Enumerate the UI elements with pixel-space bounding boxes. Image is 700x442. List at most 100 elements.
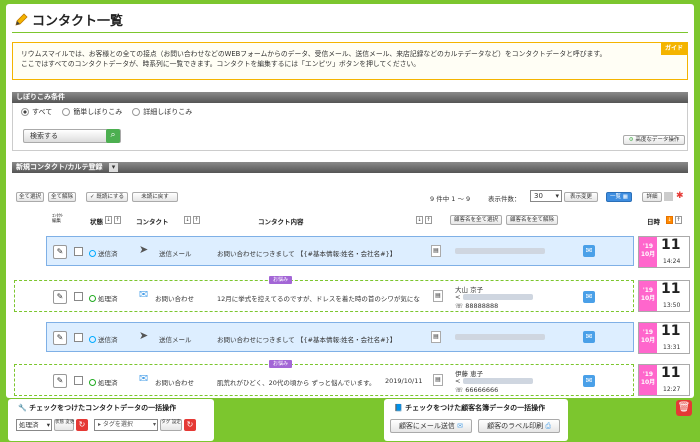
sort-date-desc[interactable]: ↓	[666, 216, 673, 224]
date-year-month: '19 10月	[639, 323, 657, 353]
document-icon[interactable]: ▤	[431, 245, 441, 257]
date-day: 11	[661, 237, 681, 253]
contact-content[interactable]: 12月に挙式を控えてるのですが、ドレスを着た時の首のシワが気にな	[217, 293, 429, 303]
settings-icon[interactable]	[664, 192, 673, 201]
document-icon[interactable]: ▤	[431, 331, 441, 343]
filter-option-simple[interactable]: 簡単しぼりこみ	[62, 107, 122, 117]
col-status: 状態	[90, 218, 103, 226]
date-day: 11	[661, 281, 681, 297]
customer-info	[455, 333, 545, 341]
envelope-icon[interactable]: ✉	[583, 331, 595, 343]
clear-all-customers-button[interactable]: 顧客名を全て解除	[506, 215, 558, 225]
contact-content[interactable]: お問い合わせにつきまして 【{#基本情報:姓名・会社名#}】	[217, 334, 396, 344]
sort-status-desc[interactable]: ↓	[105, 216, 112, 224]
status-label: 処理済	[89, 377, 118, 387]
refresh-icon[interactable]: ↻	[184, 419, 196, 431]
status-change-button[interactable]: 状態 変更	[54, 419, 74, 431]
edit-pencil-icon[interactable]: ✎	[53, 374, 67, 388]
document-icon[interactable]: ▤	[433, 374, 443, 386]
table-row[interactable]: ✎ 送信済 ➤ 送信メール お問い合わせにつきまして 【{#基本情報:姓名・会社…	[46, 322, 634, 352]
edit-pencil-icon[interactable]: ✎	[53, 245, 67, 259]
contact-content[interactable]: 肌荒れがひどく、20代の頃から ずっと悩んでいます。	[217, 377, 375, 387]
table-row[interactable]: お悩み ✎ 処理済 ✉ お問い合わせ 肌荒れがひどく、20代の頃から ずっと悩ん…	[14, 360, 634, 396]
col-contact: コンタクト	[136, 218, 169, 226]
view-detail-button[interactable]: 詳細	[642, 192, 662, 202]
send-mail-icon: ➤	[139, 329, 149, 342]
filter-option-detail[interactable]: 詳細しぼりこみ	[132, 107, 192, 117]
send-mail-button[interactable]: 顧客にメール送信 ✉	[390, 419, 472, 433]
trash-icon[interactable]: 🗑	[676, 400, 692, 416]
send-mail-icon: ➤	[139, 243, 149, 256]
customer-email: <	[455, 293, 533, 301]
filter-box: すべて 簡単しぼりこみ 詳細しぼりこみ 検索する ⌕ ⚙ 高度なデータ操作	[12, 103, 688, 151]
advanced-data-button[interactable]: ⚙ 高度なデータ操作	[623, 135, 685, 145]
sort-date-asc[interactable]: ↑	[675, 216, 682, 224]
status-select[interactable]: 処理済 ▾	[16, 419, 52, 431]
status-label: 送信済	[89, 248, 118, 258]
inquiry-mail-icon: ✉	[139, 288, 149, 301]
date-day: 11	[661, 365, 681, 381]
select-all-button[interactable]: 全て選択	[16, 192, 44, 202]
chevron-down-icon: ▾	[555, 192, 559, 200]
display-count-label: 表示件数：	[488, 195, 521, 203]
app-frame: コンタクト一覧 ガイド リウムスマイルでは、お客様との全ての接点（お問い合わせな…	[0, 0, 700, 442]
date-time: 13:31	[663, 344, 681, 351]
sort-contact-desc[interactable]: ↓	[184, 216, 191, 224]
clear-all-button[interactable]: 全て解除	[48, 192, 76, 202]
tag-set-button[interactable]: タグ 設定	[160, 419, 182, 431]
bulk-contact-panel: 🔧 チェックをつけたコンタクトデータの一括操作 処理済 ▾ 状態 変更 ↻ ▸ タ…	[8, 399, 214, 441]
status-label: 処理済	[89, 293, 118, 303]
new-contact-header[interactable]: 新規コンタクト/カルテ登録 ▾	[12, 162, 688, 173]
document-icon[interactable]: ▤	[433, 290, 443, 302]
display-change-button[interactable]: 表示変更	[564, 192, 598, 202]
edit-pencil-icon[interactable]: ✎	[53, 290, 67, 304]
sort-content-desc[interactable]: ↓	[416, 216, 423, 224]
title-divider	[12, 32, 688, 33]
mark-unprocessed-button[interactable]: 未読に戻す	[132, 192, 178, 202]
mark-processed-button[interactable]: ✓ 既読にする	[86, 192, 128, 202]
table-row[interactable]: お悩み ✎ 処理済 ✉ お問い合わせ 12月に挙式を控えてるのですが、ドレスを着…	[14, 276, 634, 312]
refresh-icon[interactable]: ↻	[76, 419, 88, 431]
envelope-icon[interactable]: ✉	[583, 375, 595, 387]
sort-status-asc[interactable]: ↑	[114, 216, 121, 224]
col-contact-edit: ｺﾝﾀｸﾄ 編集	[52, 214, 64, 224]
printer-icon: ⎙	[545, 422, 551, 430]
phone-icon: ☏	[455, 386, 466, 394]
guide-badge: ガイド	[660, 43, 687, 55]
row-checkbox[interactable]	[74, 292, 83, 301]
date-year-month: '19 10月	[639, 237, 657, 267]
search-button[interactable]: 検索する ⌕	[23, 129, 121, 143]
date-card: '19 10月 11 13:50	[638, 280, 690, 312]
phone-icon: ☏	[455, 302, 466, 310]
envelope-icon[interactable]: ✉	[583, 291, 595, 303]
date-card: '19 10月 11 14:24	[638, 236, 690, 268]
edit-pencil-icon[interactable]: ✎	[53, 331, 67, 345]
chevron-down-icon: ▾	[46, 421, 50, 429]
customer-info	[455, 247, 545, 255]
sort-contact-asc[interactable]: ↑	[193, 216, 200, 224]
row-checkbox[interactable]	[74, 247, 83, 256]
row-checkbox[interactable]	[74, 333, 83, 342]
search-icon: ⌕	[106, 129, 120, 143]
print-label-button[interactable]: 顧客のラベル印刷 ⎙	[478, 419, 560, 433]
view-list-button[interactable]: 一覧 ▦	[606, 192, 632, 202]
envelope-icon[interactable]: ✉	[583, 245, 595, 257]
close-icon[interactable]: ✱	[676, 191, 685, 201]
guide-box: ガイド リウムスマイルでは、お客様との全ての接点（お問い合わせなどのWEBフォー…	[12, 42, 688, 80]
result-count: 9 件中 1 ～ 9	[430, 195, 471, 203]
bulk-customer-panel: 📘 チェックをつけた顧客名簿データの一括操作 顧客にメール送信 ✉ 顧客のラベル…	[384, 399, 568, 441]
table-row[interactable]: ✎ 送信済 ➤ 送信メール お問い合わせにつきまして 【{#基本情報:姓名・会社…	[46, 236, 634, 266]
chevron-down-icon[interactable]: ▾	[109, 163, 118, 172]
contact-type: 送信メール	[159, 336, 192, 344]
contact-type: 送信メール	[159, 250, 192, 258]
display-count-select[interactable]: 30 ▾	[530, 190, 562, 202]
contact-content[interactable]: お問い合わせにつきまして 【{#基本情報:姓名・会社名#}】	[217, 248, 396, 258]
pencil-icon	[15, 12, 28, 26]
row-checkbox[interactable]	[74, 376, 83, 385]
radio-icon	[21, 108, 29, 116]
tag-select[interactable]: ▸ タグを選択 ▾	[94, 419, 158, 431]
sort-content-asc[interactable]: ↑	[425, 216, 432, 224]
select-all-customers-button[interactable]: 顧客名を全て選択	[450, 215, 502, 225]
filter-option-all[interactable]: すべて	[21, 107, 52, 117]
redacted-text	[455, 248, 545, 254]
